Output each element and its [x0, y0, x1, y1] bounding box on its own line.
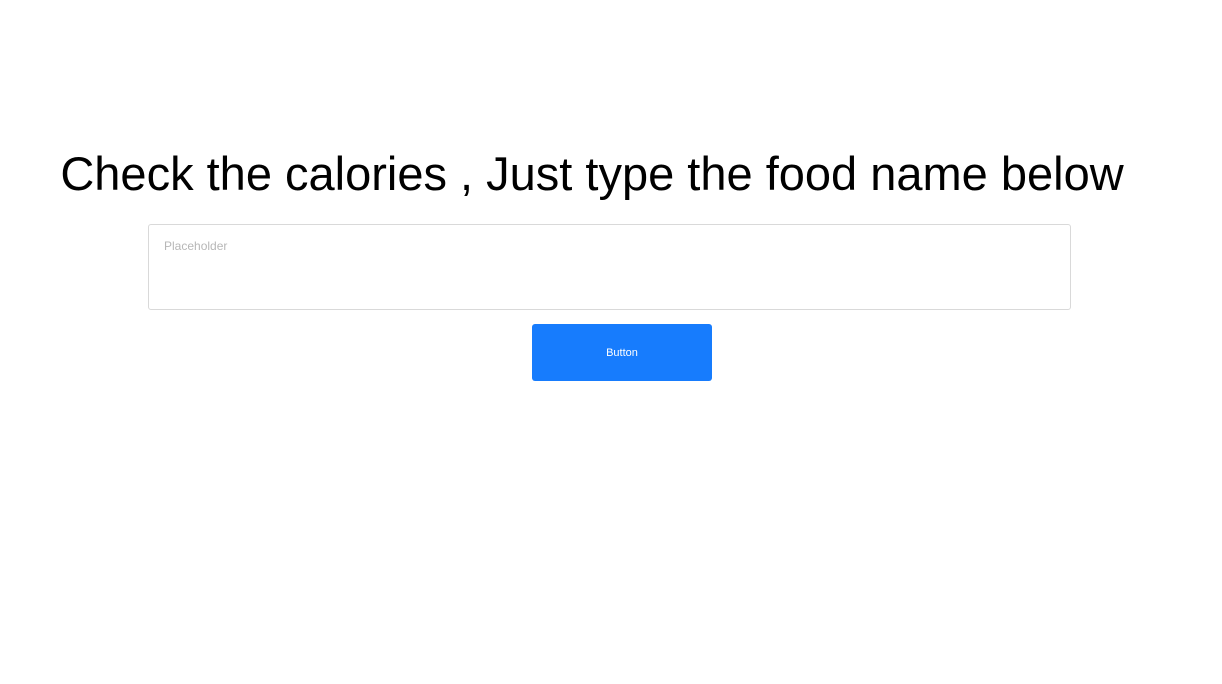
submit-button[interactable]: Button [532, 324, 712, 381]
food-name-input[interactable] [148, 224, 1071, 310]
page-title: Check the calories , Just type the food … [60, 147, 1124, 200]
calorie-checker-page: Check the calories , Just type the food … [0, 0, 1222, 684]
